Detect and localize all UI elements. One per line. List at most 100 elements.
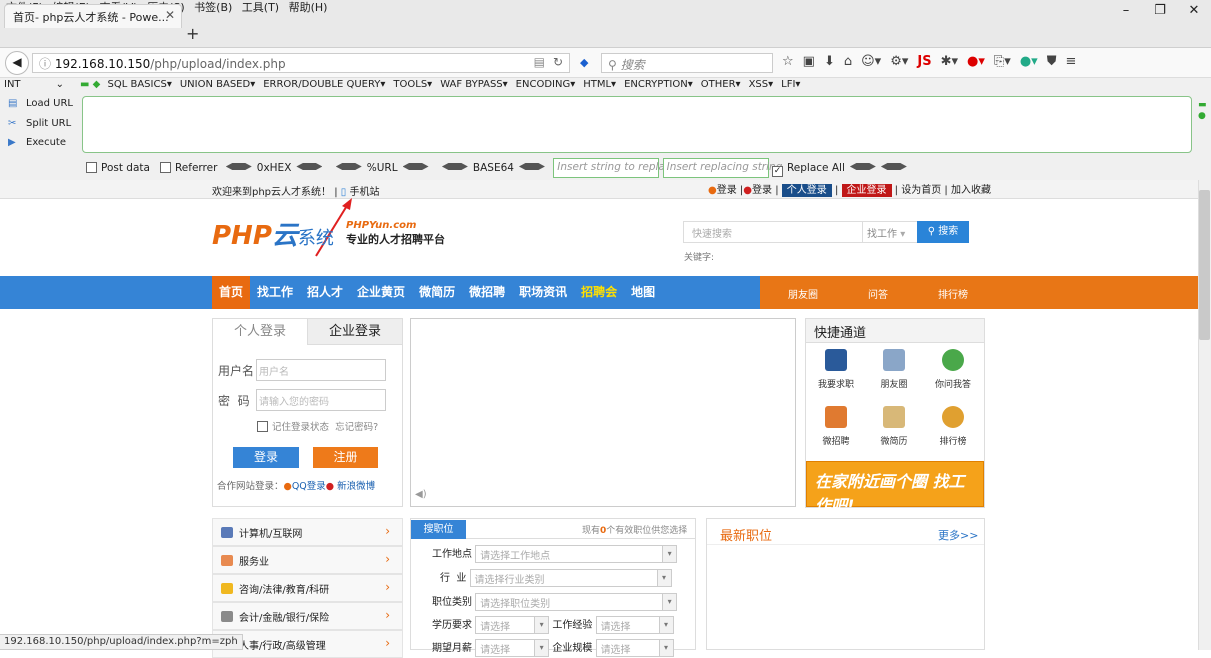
quick-ranking[interactable]: 排行榜 [925, 406, 981, 447]
hackbar-side-icon[interactable]: ▬ ● [1198, 100, 1207, 122]
nav-qa[interactable]: 问答 [868, 290, 888, 301]
personal-login-button[interactable]: 个人登录 [781, 184, 832, 197]
close-window-button[interactable]: ✕ [1177, 0, 1211, 22]
replacing-string-input[interactable]: Insert replacing string [662, 158, 782, 178]
more-link[interactable]: 更多>> [938, 527, 978, 543]
nav-companies[interactable]: 企业黄页 [350, 276, 412, 309]
qq-login[interactable]: QQ登录 [292, 481, 326, 492]
tool-icon[interactable]: ✱▾ [941, 54, 958, 69]
sync-icon[interactable]: ☺▾ [861, 54, 881, 69]
scrollbar-thumb[interactable] [1199, 190, 1210, 340]
browser-search-input[interactable]: ⚲ 搜索 [601, 53, 773, 73]
nav-map[interactable]: 地图 [624, 276, 662, 309]
tab-close-icon[interactable]: ✕ [165, 8, 175, 22]
address-bar[interactable]: ⓘ 192.168.10.150/php/upload/index.php ▤ ↻ [32, 53, 570, 73]
extension-icon[interactable]: ⚙▾ [890, 54, 908, 69]
base64-encode-button[interactable]: BASE64 [437, 162, 550, 174]
home-icon[interactable]: ⌂ [844, 54, 852, 69]
category-item[interactable]: 计算机/互联网 › [212, 518, 403, 546]
nav-micro-resume[interactable]: 微简历 [412, 276, 462, 309]
site-search-button[interactable]: ⚲ 搜索 [917, 221, 969, 243]
register-button[interactable]: 注册 [313, 447, 378, 468]
banner-area[interactable]: ◀) [410, 318, 796, 507]
nav-ranking[interactable]: 排行榜 [938, 290, 968, 301]
nav-job-fair[interactable]: 招聘会 [574, 276, 624, 309]
screenshot-icon[interactable]: ⎘▾ [994, 54, 1011, 69]
forgot-password-link[interactable]: 忘记密码? [335, 422, 378, 433]
salary-select[interactable]: 请选择 ▾ [475, 639, 550, 657]
addon-red-icon[interactable]: ●▾ [967, 54, 985, 69]
menu-help[interactable]: 帮助(H) [289, 1, 328, 14]
quick-micro-resume[interactable]: 微简历 [866, 406, 922, 447]
quick-friends[interactable]: 朋友圈 [866, 349, 922, 390]
load-url-button[interactable]: ▤ Load URL [8, 98, 73, 109]
add-favorite-link[interactable]: 加入收藏 [951, 185, 991, 196]
username-input[interactable]: 用户名 [256, 359, 386, 381]
hamburger-menu-icon[interactable]: ≡ [1065, 54, 1076, 69]
hb-menu-error[interactable]: ERROR/DOUBLE QUERY▾ [263, 79, 385, 90]
restore-button[interactable]: ❐ [1143, 0, 1177, 22]
minimize-button[interactable]: – [1109, 0, 1143, 22]
job-category-select[interactable]: 请选择职位类别 ▾ [475, 593, 678, 611]
company-size-select[interactable]: 请选择 ▾ [595, 639, 674, 657]
nav-find-job[interactable]: 找工作 [250, 276, 300, 309]
mobile-site-link[interactable]: 手机站 [349, 187, 379, 198]
education-select[interactable]: 请选择 ▾ [475, 616, 550, 634]
hb-menu-encoding[interactable]: ENCODING▾ [516, 79, 576, 90]
back-icon[interactable]: ◀ [5, 51, 29, 75]
reload-icon[interactable]: ↻ [553, 55, 563, 69]
nav-recruit[interactable]: 招人才 [300, 276, 350, 309]
reader-icon[interactable]: ▤ [534, 55, 545, 69]
nav-news[interactable]: 职场资讯 [512, 276, 574, 309]
weibo-login[interactable]: 新浪微博 [337, 481, 375, 492]
hackbar-select[interactable]: INT ⌄ [4, 79, 72, 90]
reading-list-icon[interactable]: ▣ [803, 54, 815, 69]
shield-icon[interactable]: ⛊ [1047, 54, 1057, 69]
qq-login-link[interactable]: 登录 [717, 185, 737, 196]
experience-select[interactable]: 请选择 ▾ [595, 616, 674, 634]
replace-string-input[interactable]: Insert string to replace [553, 158, 677, 178]
quick-job-seek[interactable]: 我要求职 [808, 349, 864, 390]
speaker-icon[interactable]: ◀) [415, 489, 427, 500]
hb-menu-other[interactable]: OTHER▾ [701, 79, 741, 90]
nav-micro-recruit[interactable]: 微招聘 [462, 276, 512, 309]
hex-encode-button[interactable]: 0xHEX [221, 162, 328, 174]
execute-button[interactable]: ▶ Execute [8, 137, 66, 148]
js-icon[interactable]: JS [917, 54, 931, 69]
nav-home[interactable]: 首页 [212, 276, 251, 309]
set-home-link[interactable]: 设为首页 [901, 185, 941, 196]
site-logo[interactable]: PHP云系统 [212, 215, 334, 252]
post-data-checkbox[interactable]: Post data [86, 162, 150, 174]
tab-active[interactable]: 首页- php云人才系统 - Powe... ✕ [4, 4, 182, 28]
addon-green-icon[interactable]: ●▾ [1020, 54, 1038, 69]
nav-friends[interactable]: 朋友圈 [788, 290, 818, 301]
quick-micro-recruit[interactable]: 微招聘 [808, 406, 864, 447]
category-item[interactable]: 服务业 › [212, 546, 403, 574]
login-button[interactable]: 登录 [233, 447, 299, 468]
hb-menu-waf[interactable]: WAF BYPASS▾ [440, 79, 507, 90]
referrer-checkbox[interactable]: Referrer [159, 162, 217, 174]
category-item[interactable]: 会计/金融/银行/保险 › [212, 602, 403, 630]
replace-all-checkbox[interactable]: ✓ Replace All [771, 162, 845, 177]
password-input[interactable]: 请输入您的密码 [256, 389, 386, 411]
hackbar-url-textarea[interactable] [82, 96, 1192, 153]
weibo-login-link[interactable]: 登录 [752, 185, 772, 196]
url-encode-button[interactable]: %URL [331, 162, 434, 174]
category-item[interactable]: 咨询/法律/教育/科研 › [212, 574, 403, 602]
hb-menu-tools[interactable]: TOOLS▾ [393, 79, 432, 90]
tab-personal-login[interactable]: 个人登录 [213, 319, 307, 345]
search-engine-icon[interactable]: ◆ [580, 56, 588, 69]
hb-menu-encryption[interactable]: ENCRYPTION▾ [624, 79, 693, 90]
menu-tools[interactable]: 工具(T) [242, 1, 279, 14]
download-icon[interactable]: ⬇ [824, 54, 835, 69]
hb-menu-sql-basics[interactable]: SQL BASICS▾ [108, 79, 172, 90]
hb-menu-xss[interactable]: XSS▾ [749, 79, 774, 90]
menu-bookmarks[interactable]: 书签(B) [194, 1, 232, 14]
company-login-button[interactable]: 企业登录 [841, 184, 892, 197]
remember-checkbox[interactable] [257, 421, 268, 432]
quick-qa[interactable]: 你问我答 [925, 349, 981, 390]
tab-company-login[interactable]: 企业登录 [307, 319, 402, 345]
bookmark-star-icon[interactable]: ☆ [782, 54, 794, 69]
search-type-select[interactable]: 找工作 ▾ [863, 221, 918, 243]
split-url-button[interactable]: ✂ Split URL [8, 118, 71, 129]
